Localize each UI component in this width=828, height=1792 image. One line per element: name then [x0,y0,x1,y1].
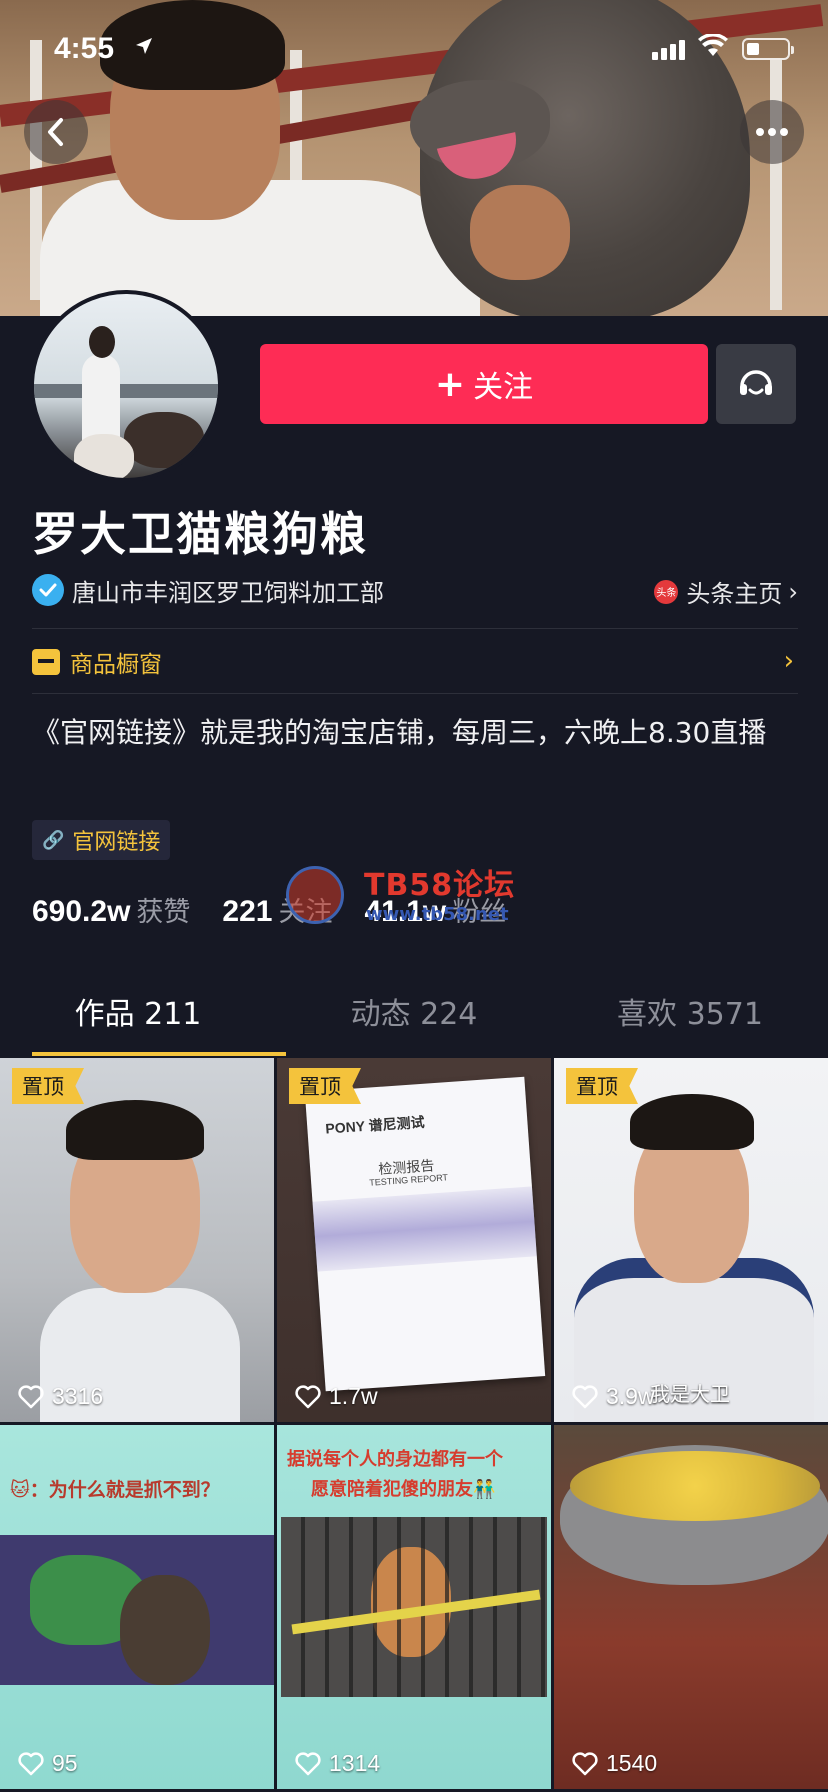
toutiao-homepage-link[interactable]: 头条 头条主页 › [654,574,798,609]
follow-button[interactable]: + 关注 [260,344,708,424]
followers-label[interactable]: 粉丝 [452,890,506,929]
profile-stats: 690.2w 获赞 221 关注 41.1w 粉丝 [32,890,538,936]
likes-count: 1.7w [329,1383,378,1409]
divider [32,693,798,694]
video-likes: 3.9w [572,1383,655,1410]
tab-works[interactable]: 作品 211 [0,966,286,1056]
pinned-badge: 置顶 [289,1068,361,1104]
video-subtitle: 我是大卫 [650,1382,730,1406]
video-caption: 🐱：为什么就是抓不到？ [10,1479,220,1501]
ellipsis-icon [756,128,788,136]
heart-icon [295,1384,321,1408]
following-label[interactable]: 关注 [278,890,332,929]
likes-count: 1540 [606,1750,658,1776]
status-time: 4:55 [54,32,115,65]
back-button[interactable] [24,100,88,164]
profile-tabs: 作品 211 动态 224 喜欢 3571 [0,966,828,1056]
message-button[interactable] [716,344,796,424]
video-likes: 95 [18,1750,78,1777]
heart-icon [572,1384,598,1408]
video-caption: 据说每个人的身边都有一个 [287,1449,503,1470]
verified-text: 唐山市丰润区罗卫饲料加工部 [72,578,384,607]
follow-label: 关注 [473,370,534,405]
likes-count: 95 [52,1750,78,1776]
official-link-tag[interactable]: 🔗 官网链接 [32,820,171,860]
fence-post [770,60,782,310]
video-thumbnail[interactable]: PONY 谱尼测试 检测报告 TESTING REPORT 置顶 1.7w [277,1058,551,1422]
heart-icon [572,1751,598,1775]
video-likes: 1.7w [295,1383,378,1410]
pinned-badge: 置顶 [12,1068,84,1104]
shop-icon [32,649,60,675]
video-grid: 置顶 3316 PONY 谱尼测试 检测报告 TESTING REPORT 置顶… [0,1058,828,1792]
message-icon [740,370,772,395]
profile-bio: 《官网链接》就是我的淘宝店铺，每周三，六晚上8.30直播 [32,716,767,749]
avatar[interactable] [30,290,222,482]
verified-check-icon [32,574,64,606]
heart-icon [295,1751,321,1775]
likes-count: 3.9w [606,1383,655,1409]
map-screen [0,1535,274,1685]
tab-likes[interactable]: 喜欢 3571 [552,966,828,1056]
likes-count: 3316 [52,1383,104,1409]
dog-cage [281,1517,547,1697]
video-thumbnail[interactable]: 据说每个人的身边都有一个 愿意陪着犯傻的朋友👬 1314 [277,1425,551,1789]
shop-label: 商品橱窗 [70,652,162,678]
link-label: 官网链接 [72,830,161,855]
more-button[interactable] [740,100,804,164]
video-likes: 1540 [572,1750,657,1777]
chevron-right-icon: › [783,646,794,676]
chevron-right-icon: › [788,577,798,606]
battery-icon [742,38,794,60]
followers-count[interactable]: 41.1w [364,895,446,929]
status-bar: 4:55 [0,0,828,92]
cellular-signal-icon [652,38,686,60]
hand [470,185,570,280]
divider [32,628,798,629]
video-likes: 3316 [18,1383,103,1410]
likes-count: 1314 [329,1750,381,1776]
wifi-icon [698,33,728,60]
report-document: PONY 谱尼测试 检测报告 TESTING REPORT [304,1076,546,1392]
video-thumbnail[interactable]: 🐱：为什么就是抓不到？ 95 [0,1425,274,1789]
verification-row: 唐山市丰润区罗卫饲料加工部 头条 头条主页 › [32,572,798,608]
video-thumbnail[interactable]: 置顶 3316 [0,1058,274,1422]
toutiao-label: 头条主页 [686,580,783,608]
plus-icon: + [434,363,466,405]
profile-name: 罗大卫猫粮狗粮 [32,507,368,561]
toutiao-icon: 头条 [654,579,679,604]
location-arrow-icon [134,36,154,62]
chevron-left-icon [48,118,63,146]
video-thumbnail[interactable]: 1540 [554,1425,828,1789]
likes-count: 690.2w [32,895,131,928]
heart-icon [18,1384,44,1408]
likes-label: 获赞 [136,897,191,928]
video-likes: 1314 [295,1750,380,1777]
following-count[interactable]: 221 [222,895,272,929]
video-thumbnail[interactable]: 置顶 我是大卫 3.9w [554,1058,828,1422]
heart-icon [18,1751,44,1775]
cooking-pot [560,1445,828,1585]
pinned-badge: 置顶 [566,1068,638,1104]
link-icon: 🔗 [42,829,65,851]
shop-window-row[interactable]: 商品橱窗 › [32,644,798,680]
tab-activity[interactable]: 动态 224 [276,966,552,1056]
video-caption: 愿意陪着犯傻的朋友👬 [311,1479,496,1500]
